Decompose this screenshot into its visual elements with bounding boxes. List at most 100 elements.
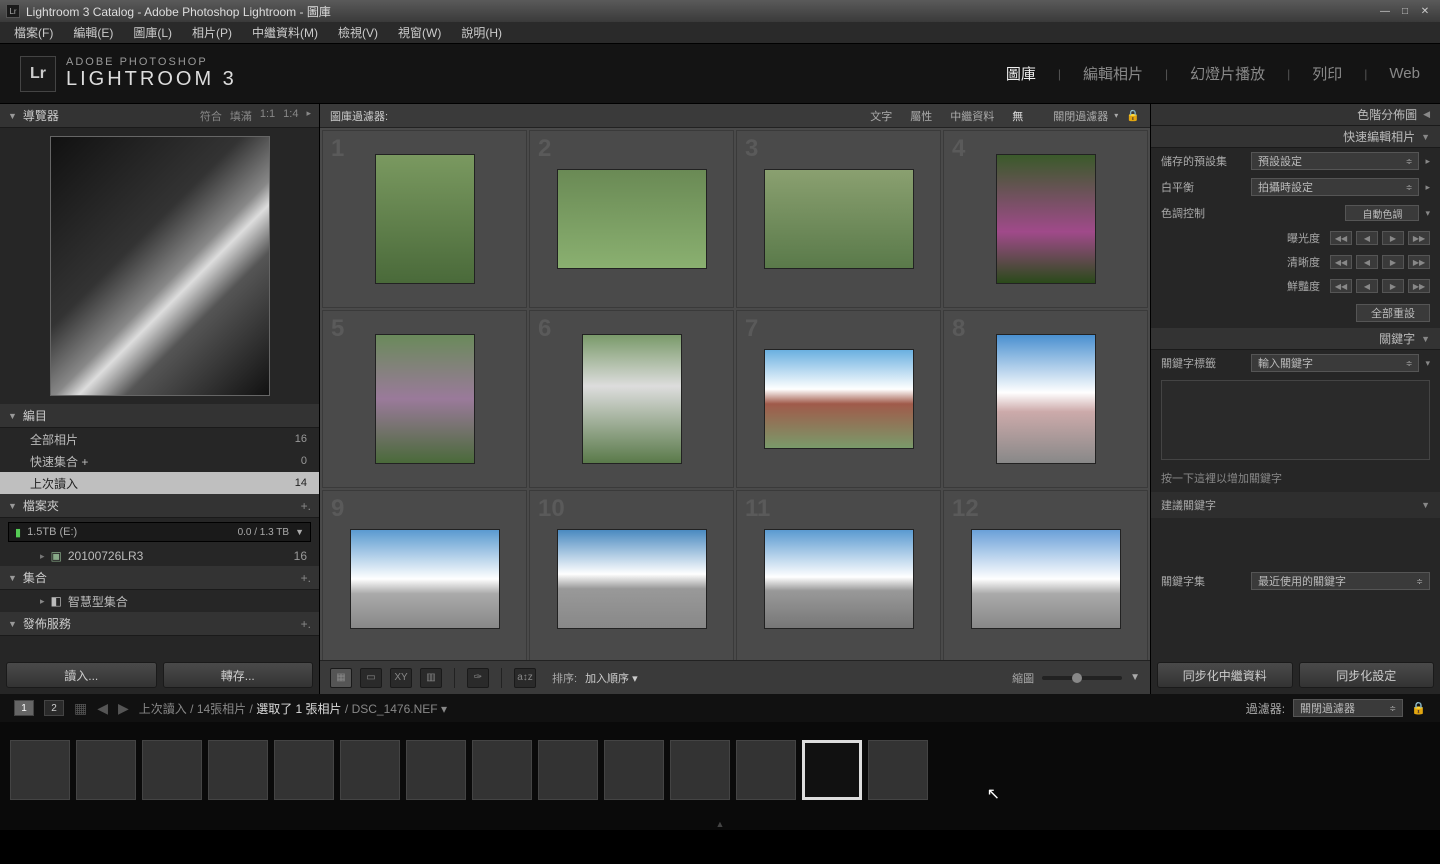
auto-tone-button[interactable]: 自動色調 — [1345, 205, 1419, 221]
grid-cell[interactable]: 5 — [322, 310, 527, 488]
histogram-header[interactable]: 色階分佈圖 ◀ — [1151, 104, 1440, 126]
grid-cell[interactable]: 7 — [736, 310, 941, 488]
reset-all-button[interactable]: 全部重設 — [1356, 304, 1430, 322]
chevron-down-icon[interactable]: ▾ — [1425, 358, 1430, 369]
painter-tool-button[interactable]: ✑ — [467, 668, 489, 688]
navigator-zoom-option[interactable]: 填滿 — [230, 108, 252, 124]
exposure-dec-large[interactable]: ◀◀ — [1330, 231, 1352, 245]
saved-preset-dropdown[interactable]: 預設設定≑ — [1251, 152, 1419, 170]
minimize-button[interactable]: — — [1376, 4, 1394, 18]
grid-cell[interactable]: 3 — [736, 130, 941, 308]
menu-item[interactable]: 中繼資料(M) — [242, 22, 328, 44]
navigator-header[interactable]: ▼ 導覽器 符合填滿1:11:4▸ — [0, 104, 319, 128]
module-tab[interactable]: 列印 — [1312, 63, 1342, 84]
toolbar-options-icon[interactable]: ▼ — [1130, 672, 1140, 683]
keyword-set-dropdown[interactable]: 最近使用的關鍵字≑ — [1251, 572, 1430, 590]
keyword-tags-dropdown[interactable]: 輸入關鍵字≑ — [1251, 354, 1419, 372]
menu-item[interactable]: 說明(H) — [451, 22, 512, 44]
catalog-row[interactable]: 全部相片16 — [0, 428, 319, 450]
keywording-header[interactable]: 關鍵字 ▼ — [1151, 328, 1440, 350]
collections-header[interactable]: ▼ 集合 +. — [0, 566, 319, 590]
chevron-down-icon[interactable]: ▼ — [1421, 500, 1430, 510]
chevron-down-icon[interactable]: ▾ — [1425, 208, 1430, 219]
chevron-right-icon[interactable]: ▸ — [306, 108, 311, 124]
navigator-zoom-option[interactable]: 符合 — [200, 108, 222, 124]
filmstrip-thumbnail[interactable] — [142, 740, 202, 800]
white-balance-dropdown[interactable]: 拍攝時設定≑ — [1251, 178, 1419, 196]
drive-row[interactable]: ▮ 1.5TB (E:) 0.0 / 1.3 TB ▼ — [8, 522, 311, 542]
menu-item[interactable]: 檔案(F) — [4, 22, 63, 44]
catalog-row[interactable]: 快速集合 +0 — [0, 450, 319, 472]
primary-display-button[interactable]: 1 — [14, 700, 34, 716]
lock-icon[interactable]: 🔒 — [1411, 701, 1426, 715]
sort-direction-button[interactable]: a↕z — [514, 668, 536, 688]
grid-cell[interactable]: 11 — [736, 490, 941, 660]
sort-order-dropdown[interactable]: 加入順序 ▾ — [585, 670, 638, 686]
catalog-row[interactable]: 上次讀入14 — [0, 472, 319, 494]
filmstrip-thumbnail[interactable] — [538, 740, 598, 800]
grid-cell[interactable]: 4 — [943, 130, 1148, 308]
loupe-view-button[interactable]: ▭ — [360, 668, 382, 688]
navigator-zoom-option[interactable]: 1:1 — [260, 108, 275, 124]
filmstrip-grip[interactable]: ▲ — [0, 818, 1440, 830]
nav-forward-icon[interactable]: ▶ — [118, 700, 129, 717]
exposure-inc-large[interactable]: ▶▶ — [1408, 231, 1430, 245]
chevron-right-icon[interactable]: ▸ — [1425, 156, 1430, 167]
filmstrip-thumbnail[interactable] — [274, 740, 334, 800]
filmstrip-thumbnail[interactable] — [736, 740, 796, 800]
folder-row[interactable]: ▸ ▣ 20100726LR3 16 — [0, 546, 319, 566]
menu-item[interactable]: 圖庫(L) — [123, 22, 182, 44]
module-tab[interactable]: 幻燈片播放 — [1190, 63, 1265, 84]
filter-preset-dropdown[interactable]: 關閉過濾器 ▾ — [1053, 108, 1118, 124]
menu-item[interactable]: 相片(P) — [182, 22, 242, 44]
chevron-right-icon[interactable]: ▸ — [1425, 182, 1430, 193]
add-folder-icon[interactable]: +. — [301, 499, 311, 513]
module-tab[interactable]: 圖庫 — [1006, 63, 1036, 84]
catalog-header[interactable]: ▼ 編目 — [0, 404, 319, 428]
nav-back-icon[interactable]: ◀ — [97, 700, 108, 717]
module-tab[interactable]: Web — [1389, 65, 1420, 82]
grid-cell[interactable]: 6 — [529, 310, 734, 488]
filter-tab[interactable]: 中繼資料 — [950, 108, 994, 124]
menu-item[interactable]: 檢視(V) — [328, 22, 388, 44]
menu-item[interactable]: 視窗(W) — [388, 22, 451, 44]
filmstrip-thumbnail[interactable] — [868, 740, 928, 800]
filter-tab[interactable]: 無 — [1012, 108, 1023, 124]
filmstrip-thumbnail[interactable] — [670, 740, 730, 800]
secondary-display-button[interactable]: 2 — [44, 700, 64, 716]
filmstrip-thumbnail[interactable] — [604, 740, 664, 800]
lock-icon[interactable]: 🔒 — [1126, 109, 1140, 122]
filmstrip-filter-dropdown[interactable]: 關閉過濾器≑ — [1293, 699, 1403, 717]
grid-cell[interactable]: 12 — [943, 490, 1148, 660]
filmstrip-thumbnail[interactable] — [472, 740, 532, 800]
grid-view-button[interactable]: ▦ — [330, 668, 352, 688]
filter-tab[interactable]: 屬性 — [910, 108, 932, 124]
module-tab[interactable]: 編輯相片 — [1083, 63, 1143, 84]
export-button[interactable]: 轉存... — [163, 662, 314, 688]
filmstrip[interactable]: ↖ — [0, 722, 1440, 818]
keyword-hint[interactable]: 按一下這裡以增加關鍵字 — [1151, 464, 1440, 492]
exposure-inc[interactable]: ▶ — [1382, 231, 1404, 245]
filmstrip-thumbnail[interactable] — [76, 740, 136, 800]
compare-view-button[interactable]: XY — [390, 668, 412, 688]
grid-cell[interactable]: 9 — [322, 490, 527, 660]
grid-cell[interactable]: 8 — [943, 310, 1148, 488]
exposure-dec[interactable]: ◀ — [1356, 231, 1378, 245]
filter-tab[interactable]: 文字 — [870, 108, 892, 124]
grid-cell[interactable]: 10 — [529, 490, 734, 660]
close-button[interactable]: ✕ — [1416, 4, 1434, 18]
quick-develop-header[interactable]: 快速編輯相片 ▼ — [1151, 126, 1440, 148]
filmstrip-thumbnail[interactable] — [802, 740, 862, 800]
add-publish-icon[interactable]: +. — [301, 617, 311, 631]
filmstrip-thumbnail[interactable] — [208, 740, 268, 800]
maximize-button[interactable]: □ — [1396, 4, 1414, 18]
thumbnail-size-slider[interactable] — [1042, 676, 1122, 680]
keyword-entry-box[interactable] — [1161, 380, 1430, 460]
sync-settings-button[interactable]: 同步化設定 — [1299, 662, 1435, 688]
chevron-down-icon[interactable]: ▼ — [295, 527, 304, 537]
navigator-preview[interactable] — [0, 128, 319, 404]
filmstrip-thumbnail[interactable] — [340, 740, 400, 800]
navigator-zoom-option[interactable]: 1:4 — [283, 108, 298, 124]
grid-cell[interactable]: 1 — [322, 130, 527, 308]
grid-cell[interactable]: 2 — [529, 130, 734, 308]
